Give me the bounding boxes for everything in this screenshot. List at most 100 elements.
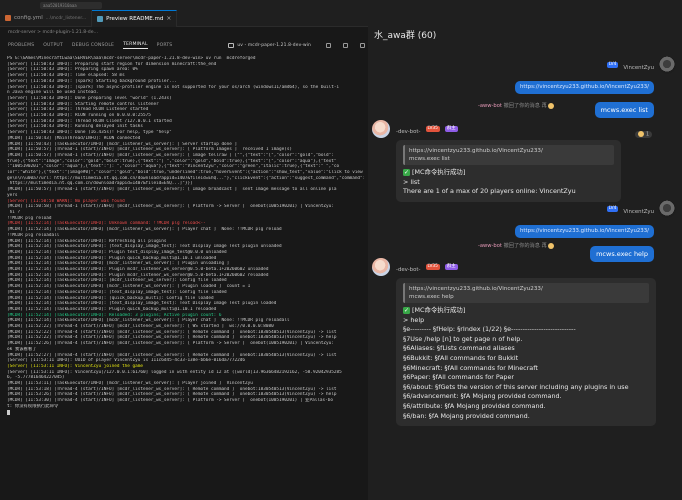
owner-badge: 群主 xyxy=(444,125,458,132)
message-bubble[interactable]: https://vincentzyu233.github.io/VincentZ… xyxy=(396,140,621,202)
checkmark-icon: ✓ xyxy=(403,168,410,176)
recall-text: 撤回了你的消息 xyxy=(503,103,540,109)
message-bubble[interactable]: mcws.exec list xyxy=(594,102,654,118)
quote-command: mcws.exec list xyxy=(409,156,450,162)
message-meta: -dev-bot- LV35 群主 xyxy=(396,118,622,137)
quote-url[interactable]: https://vincentzyu233.github.io/VincentZ… xyxy=(520,228,649,234)
sender-name: VincentZyu xyxy=(623,65,654,71)
bubble-wrap: https://vincentzyu233.github.io/VincentZ… xyxy=(468,219,654,238)
vscode-window: aaa52019310aaa config.yml ...\mcdr_liste… xyxy=(0,0,368,500)
window-title-strip: aaa52019310aaa xyxy=(0,0,368,10)
help-line: §6/ban: §fA Mojang provided command. xyxy=(403,411,530,420)
sender-name: -dev-bot- xyxy=(396,267,421,273)
level-badge: LV35 xyxy=(425,125,440,132)
close-icon[interactable]: × xyxy=(166,15,171,22)
sender-name: VincentZyu xyxy=(623,209,654,215)
recall-notice: -aww-bot 撤回了你的消息 再 xyxy=(478,242,555,249)
owner-badge: 群主 xyxy=(444,263,458,270)
message-incoming: -dev-bot- LV35 群主 https://vincentzyu233.… xyxy=(372,118,622,202)
quote-url[interactable]: https://vincentzyu233.github.io/VincentZ… xyxy=(520,84,649,90)
level-badge: LV35 xyxy=(425,263,440,270)
help-line: §6/attribute: §fA Mojang provided comman… xyxy=(403,401,546,410)
terminal-icon xyxy=(228,43,235,48)
tab-output[interactable]: OUTPUT xyxy=(43,43,63,48)
avatar[interactable] xyxy=(372,120,390,138)
tab-debug-console[interactable]: DEBUG CONSOLE xyxy=(72,43,114,48)
tab-label: config.yml xyxy=(14,15,43,21)
recall-user[interactable]: -aww-bot xyxy=(478,243,502,249)
tab-config-yml[interactable]: config.yml ...\mcdr_listener... xyxy=(0,9,93,27)
quote-url[interactable]: https://vincentzyu233.github.io/VincentZ… xyxy=(409,285,645,293)
new-terminal-icon[interactable] xyxy=(326,43,331,48)
result-title-text: [MC命令执行成功] xyxy=(412,306,466,314)
help-line: §6Paper: §fAll commands for Paper xyxy=(403,373,515,382)
help-line: §e--------- §fHelp: §rIndex (1/22) §e---… xyxy=(403,325,576,334)
recall-text: 撤回了你的消息 xyxy=(503,243,540,249)
tab-preview-readme[interactable]: Preview README.md × xyxy=(92,9,178,27)
help-line: §6Aliases: §fLists command aliases xyxy=(403,344,515,353)
help-line: §6/about: §fGets the version of this ser… xyxy=(403,382,629,391)
preview-icon xyxy=(97,15,104,22)
recall-user[interactable]: -aww-bot xyxy=(478,103,502,109)
help-line: §7Use /help [n] to get page n of help. xyxy=(403,334,523,343)
mini-window-tab[interactable]: aaa52019310aaa xyxy=(40,1,102,9)
tab-ports[interactable]: PORTS xyxy=(157,43,173,48)
recall-note[interactable]: 再 xyxy=(542,103,547,109)
quote-command: mcws.exec help xyxy=(409,294,454,300)
tab-problems[interactable]: PROBLEMS xyxy=(8,43,34,48)
recall-notice: -aww-bot 撤回了你的消息 再 xyxy=(478,102,555,109)
result-body: There are 1 of a max of 20 players onlin… xyxy=(403,187,576,196)
quoted-message[interactable]: https://vincentzyu233.github.io/VincentZ… xyxy=(403,145,614,165)
reaction-count: 1 xyxy=(645,132,649,137)
quoted-message[interactable]: https://vincentzyu233.github.io/VincentZ… xyxy=(403,283,649,303)
tab-terminal[interactable]: TERMINAL xyxy=(123,42,148,49)
terminal-line: [MCDR] [11:50:57] [Thread-1 (start)/INFO… xyxy=(7,152,334,158)
command-echo: > help xyxy=(403,315,425,324)
help-line: §6/advancement: §fA Mojang provided comm… xyxy=(403,392,562,401)
help-line: §6Minecraft: §fAll commands for Minecraf… xyxy=(403,363,538,372)
emoji-icon xyxy=(638,130,645,137)
message-meta: -dev-bot- LV35 群主 xyxy=(396,256,672,275)
message-meta: LV4 VincentZyu xyxy=(468,198,654,217)
message-incoming: -dev-bot- LV35 群主 https://vincentzyu233.… xyxy=(372,256,672,427)
message-bubble[interactable]: https://vincentzyu233.github.io/VincentZ… xyxy=(396,278,656,427)
avatar[interactable] xyxy=(658,200,676,218)
breadcrumb[interactable]: mcdr-server > mcdr-plugin-1.21.8-de... xyxy=(0,28,368,38)
checkmark-icon: ✓ xyxy=(403,306,410,314)
terminal-line: [MCDR] [11:53:30] [Thread-4 (start)/INFO… xyxy=(7,398,334,404)
command-echo: > list xyxy=(403,177,420,186)
message-bubble[interactable]: https://vincentzyu233.github.io/VincentZ… xyxy=(515,81,654,94)
level-badge: LV4 xyxy=(606,61,619,68)
terminal-line: [MCDR] [11:50:58] [Thread-1 (start)/INFO… xyxy=(7,204,334,210)
terminal-selector[interactable]: uv - mcdr-paper-1.21.8-dev-win xyxy=(228,43,311,48)
help-line: §6Bukkit: §fAll commands for Bukkit xyxy=(403,353,519,362)
message-bubble[interactable]: https://vincentzyu233.github.io/VincentZ… xyxy=(515,225,654,238)
chat-title: 水_awa群 (60) xyxy=(374,31,437,41)
message-meta: LV4 VincentZyu xyxy=(468,54,654,73)
terminal-output[interactable]: PS G:\GAmes\MinecraftLwaa\SERVER\aaa\mcd… xyxy=(0,56,368,500)
avatar[interactable] xyxy=(658,56,676,74)
level-badge: LV4 xyxy=(606,205,619,212)
sender-name: -dev-bot- xyxy=(396,129,421,135)
panel-tab-bar: PROBLEMS OUTPUT DEBUG CONSOLE TERMINAL P… xyxy=(0,40,368,51)
tab-label: Preview README.md xyxy=(106,15,164,22)
emoji-icon xyxy=(548,102,555,109)
result-title: ✓ [MC命令执行成功] xyxy=(403,168,614,178)
terminal-selector-label: uv - mcdr-paper-1.21.8-dev-win xyxy=(237,43,311,48)
editor-tab-bar: config.yml ...\mcdr_listener... Preview … xyxy=(0,9,368,27)
split-terminal-icon[interactable] xyxy=(343,43,348,48)
reaction-chip[interactable]: 1 xyxy=(635,130,652,138)
terminal-prompt[interactable] xyxy=(7,409,364,417)
terminal-line: [MCDR] [11:50:57] [Thread-1 (start)/INFO… xyxy=(7,187,337,193)
message-outgoing: LV4 VincentZyu https://vincentzyu233.git… xyxy=(468,198,678,262)
recall-note[interactable]: 再 xyxy=(542,243,547,249)
quote-url[interactable]: https://vincentzyu233.github.io/VincentZ… xyxy=(409,147,610,155)
close-panel-icon[interactable] xyxy=(360,43,365,48)
emoji-icon xyxy=(548,242,555,249)
avatar[interactable] xyxy=(372,258,390,276)
bubble-wrap: https://vincentzyu233.github.io/VincentZ… xyxy=(468,75,654,94)
result-title-text: [MC命令执行成功] xyxy=(412,168,466,176)
result-title: ✓ [MC命令执行成功] xyxy=(403,306,649,316)
chat-window: 水_awa群 (60) LV4 VincentZyu https://vince… xyxy=(368,0,682,500)
terminal-line: [MCDR] [11:52:26] [Thread-4 (start)/INFO… xyxy=(7,341,334,347)
